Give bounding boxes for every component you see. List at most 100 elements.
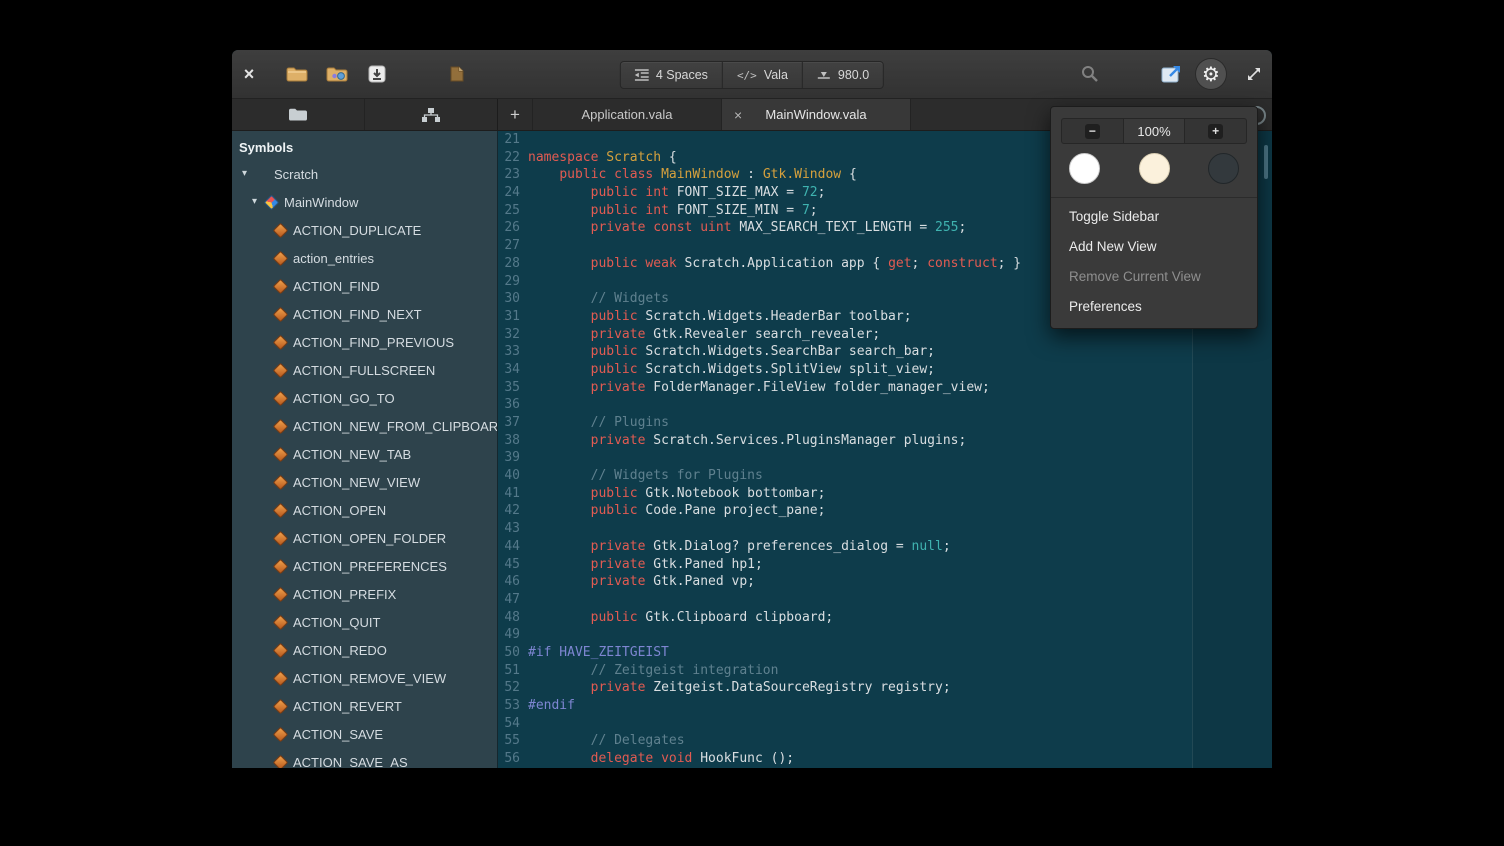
line-number: 21	[498, 131, 520, 149]
line-number: 47	[498, 591, 520, 609]
zoom-out-button[interactable]: −	[1061, 118, 1124, 144]
symbol-item[interactable]: ▾MainWindow	[232, 188, 497, 216]
symbol-item[interactable]: ▾ACTION_DUPLICATE	[232, 216, 497, 244]
code-line[interactable]: 42 public Code.Pane project_pane;	[498, 502, 1272, 520]
document-tab[interactable]: ×MainWindow.vala	[722, 99, 911, 130]
code-line[interactable]: 47	[498, 591, 1272, 609]
new-tab-button[interactable]: +	[498, 99, 533, 130]
symbols-tab-icon	[421, 107, 441, 123]
editor-scrollbar[interactable]	[1264, 145, 1268, 179]
expander-icon[interactable]: ▾	[242, 169, 256, 179]
code-line[interactable]: 43	[498, 520, 1272, 538]
line-text: public Code.Pane project_pane;	[520, 502, 825, 520]
save-as-button[interactable]	[357, 50, 397, 98]
symbol-item[interactable]: ▾Scratch	[232, 160, 497, 188]
share-button[interactable]	[1161, 65, 1183, 83]
code-line[interactable]: 48 public Gtk.Clipboard clipboard;	[498, 609, 1272, 627]
symbol-item[interactable]: ▾ACTION_OPEN_FOLDER	[232, 524, 497, 552]
symbol-item[interactable]: ▾ACTION_NEW_TAB	[232, 440, 497, 468]
line-number: 54	[498, 715, 520, 733]
open-file-button[interactable]	[277, 50, 317, 98]
theme-light-swatch[interactable]	[1069, 153, 1100, 184]
symbol-item[interactable]: ▾ACTION_PREFERENCES	[232, 552, 497, 580]
open-folder-button[interactable]	[317, 50, 357, 98]
symbol-item[interactable]: ▾ACTION_FULLSCREEN	[232, 356, 497, 384]
line-text	[520, 520, 528, 538]
search-button[interactable]	[1081, 65, 1099, 83]
code-line[interactable]: 34 public Scratch.Widgets.SplitView spli…	[498, 361, 1272, 379]
symbol-item[interactable]: ▾ACTION_REMOVE_VIEW	[232, 664, 497, 692]
code-line[interactable]: 50#if HAVE_ZEITGEIST	[498, 644, 1272, 662]
code-line[interactable]: 41 public Gtk.Notebook bottombar;	[498, 485, 1272, 503]
language-label: Vala	[764, 68, 788, 82]
code-line[interactable]: 45 private Gtk.Paned hp1;	[498, 556, 1272, 574]
indent-width-button[interactable]: 4 Spaces	[621, 62, 723, 88]
code-line[interactable]: 55 // Delegates	[498, 732, 1272, 750]
window-close-button[interactable]: ×	[232, 50, 266, 98]
symbol-label: ACTION_PREFIX	[293, 587, 396, 602]
line-number: 30	[498, 290, 520, 308]
menu-item-add-new-view[interactable]: Add New View	[1051, 232, 1257, 262]
code-line[interactable]: 39	[498, 449, 1272, 467]
files-view-tab[interactable]	[232, 99, 365, 130]
symbol-item[interactable]: ▾ACTION_NEW_FROM_CLIPBOARD	[232, 412, 497, 440]
symbol-item[interactable]: ▾ACTION_REDO	[232, 636, 497, 664]
tab-close-icon[interactable]: ×	[730, 99, 746, 130]
code-line[interactable]: 33 public Scratch.Widgets.SearchBar sear…	[498, 343, 1272, 361]
line-number: 50	[498, 644, 520, 662]
revert-button[interactable]	[437, 50, 477, 98]
symbol-item[interactable]: ▾action_entries	[232, 244, 497, 272]
language-icon: </>	[737, 69, 757, 82]
code-line[interactable]: 53#endif	[498, 697, 1272, 715]
line-text: // Zeitgeist integration	[520, 662, 778, 680]
symbol-item[interactable]: ▾ACTION_FIND	[232, 272, 497, 300]
symbol-item[interactable]: ▾ACTION_PREFIX	[232, 580, 497, 608]
zoom-out-icon: −	[1085, 124, 1100, 139]
line-text: public int FONT_SIZE_MIN = 7;	[520, 202, 818, 220]
code-line[interactable]: 46 private Gtk.Paned vp;	[498, 573, 1272, 591]
code-line[interactable]: 40 // Widgets for Plugins	[498, 467, 1272, 485]
code-line[interactable]: 36	[498, 396, 1272, 414]
line-number: 34	[498, 361, 520, 379]
code-line[interactable]: 35 private FolderManager.FileView folder…	[498, 379, 1272, 397]
code-line[interactable]: 44 private Gtk.Dialog? preferences_dialo…	[498, 538, 1272, 556]
line-number: 44	[498, 538, 520, 556]
symbol-item[interactable]: ▾ACTION_FIND_NEXT	[232, 300, 497, 328]
theme-dark-swatch[interactable]	[1208, 153, 1239, 184]
symbol-item[interactable]: ▾ACTION_REVERT	[232, 692, 497, 720]
menu-item-preferences[interactable]: Preferences	[1051, 292, 1257, 322]
theme-sepia-swatch[interactable]	[1139, 153, 1170, 184]
code-line[interactable]: 49	[498, 626, 1272, 644]
goto-line-button[interactable]: 980.0	[803, 62, 883, 88]
symbol-item[interactable]: ▾ACTION_NEW_VIEW	[232, 468, 497, 496]
symbol-item[interactable]: ▾ACTION_SAVE	[232, 720, 497, 748]
line-number: 52	[498, 679, 520, 697]
code-line[interactable]: 54	[498, 715, 1272, 733]
symbol-label: ACTION_FIND_NEXT	[293, 307, 422, 322]
symbol-const-icon	[273, 530, 289, 546]
indent-width-label: 4 Spaces	[656, 68, 708, 82]
code-line[interactable]: 37 // Plugins	[498, 414, 1272, 432]
fullscreen-button[interactable]	[1245, 65, 1263, 83]
language-button[interactable]: </> Vala	[723, 62, 803, 88]
line-text	[520, 591, 528, 609]
line-text: public Scratch.Widgets.SearchBar search_…	[520, 343, 935, 361]
symbol-label: ACTION_FULLSCREEN	[293, 363, 435, 378]
code-line[interactable]: 51 // Zeitgeist integration	[498, 662, 1272, 680]
line-number: 56	[498, 750, 520, 768]
files-tab-icon	[288, 107, 308, 122]
settings-button[interactable]: ⚙	[1196, 59, 1226, 89]
zoom-in-button[interactable]: +	[1184, 118, 1247, 144]
symbol-item[interactable]: ▾ACTION_GO_TO	[232, 384, 497, 412]
code-line[interactable]: 56 delegate void HookFunc ();	[498, 750, 1272, 768]
code-line[interactable]: 52 private Zeitgeist.DataSourceRegistry …	[498, 679, 1272, 697]
code-line[interactable]: 38 private Scratch.Services.PluginsManag…	[498, 432, 1272, 450]
symbol-item[interactable]: ▾ACTION_QUIT	[232, 608, 497, 636]
symbol-item[interactable]: ▾ACTION_SAVE_AS	[232, 748, 497, 768]
symbols-view-tab[interactable]	[365, 99, 497, 130]
menu-item-toggle-sidebar[interactable]: Toggle Sidebar	[1051, 202, 1257, 232]
symbol-item[interactable]: ▾ACTION_FIND_PREVIOUS	[232, 328, 497, 356]
document-tab[interactable]: Application.vala	[533, 99, 722, 130]
settings-gear-icon: ⚙	[1202, 64, 1220, 84]
symbol-item[interactable]: ▾ACTION_OPEN	[232, 496, 497, 524]
